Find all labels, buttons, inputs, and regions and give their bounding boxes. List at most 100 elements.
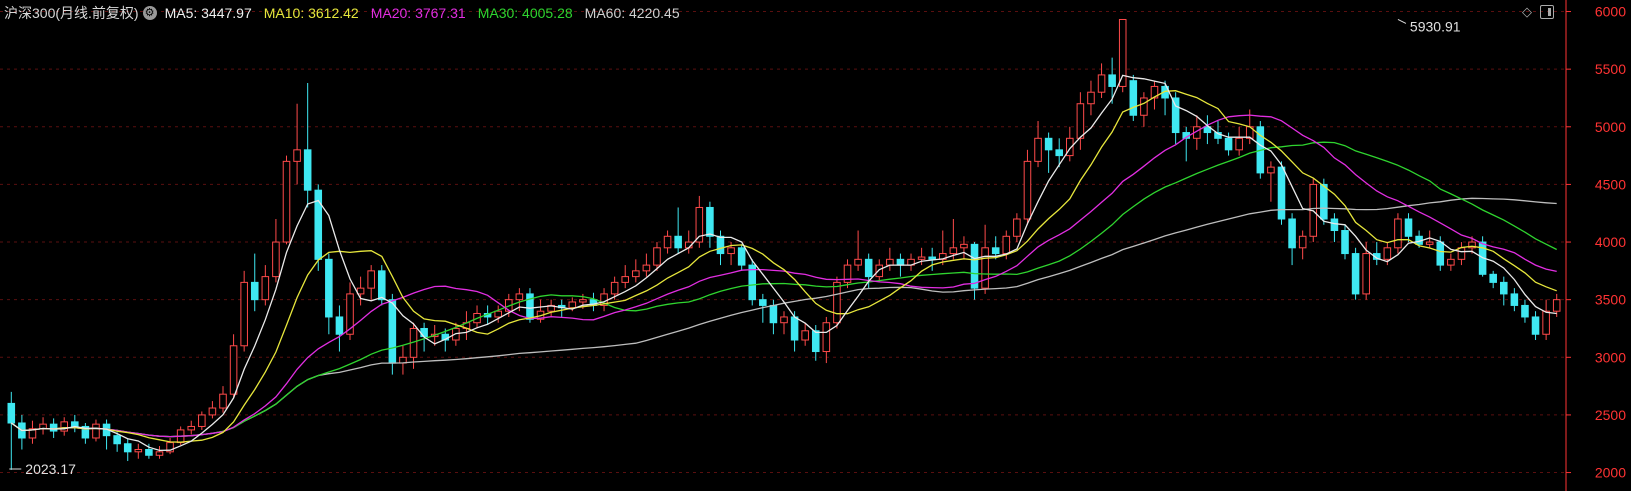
candle[interactable] [917, 256, 926, 260]
candle[interactable] [1320, 183, 1328, 220]
candle[interactable] [367, 270, 375, 289]
candle[interactable] [1087, 91, 1095, 105]
candle[interactable] [568, 301, 577, 309]
candle[interactable] [769, 304, 778, 324]
candle[interactable] [1034, 137, 1042, 162]
candle[interactable] [240, 281, 248, 347]
candle[interactable] [335, 316, 344, 335]
candle[interactable] [1330, 218, 1339, 232]
candle[interactable] [1171, 97, 1180, 134]
candle[interactable] [377, 270, 386, 301]
candle[interactable] [886, 258, 894, 266]
candle[interactable] [1267, 166, 1275, 174]
candle[interactable] [822, 322, 831, 353]
candle[interactable] [1552, 299, 1561, 312]
candle[interactable] [1425, 241, 1434, 245]
candle[interactable] [250, 281, 259, 301]
candle[interactable] [706, 206, 714, 237]
candle[interactable] [1298, 235, 1307, 249]
candle[interactable] [949, 247, 958, 255]
candle[interactable] [875, 264, 884, 278]
candle[interactable] [1224, 137, 1233, 151]
candle[interactable] [1288, 218, 1296, 249]
candle[interactable] [219, 393, 227, 409]
candle[interactable] [1510, 293, 1519, 306]
candle[interactable] [811, 330, 820, 353]
candle[interactable] [388, 299, 397, 364]
candle[interactable] [123, 443, 132, 453]
candle[interactable] [1404, 218, 1413, 237]
candle[interactable] [261, 276, 270, 301]
candle[interactable] [420, 327, 428, 338]
candle[interactable] [1362, 253, 1370, 295]
diamond-icon[interactable]: ◇ [1522, 5, 1532, 19]
candle[interactable] [49, 423, 58, 432]
candle[interactable] [621, 276, 630, 283]
candle[interactable] [282, 160, 291, 243]
candle[interactable] [1500, 281, 1508, 295]
candle[interactable] [272, 241, 280, 278]
candle[interactable] [632, 270, 640, 278]
candle[interactable] [92, 423, 100, 439]
candle[interactable] [198, 414, 206, 427]
candle[interactable] [1394, 218, 1402, 249]
candle[interactable] [653, 247, 661, 266]
candle[interactable] [1521, 304, 1529, 318]
candle[interactable] [833, 281, 841, 324]
candle[interactable] [1044, 137, 1053, 151]
candle[interactable] [134, 449, 143, 453]
candle[interactable] [1129, 80, 1138, 116]
candle[interactable] [674, 235, 682, 249]
candle[interactable] [7, 402, 16, 424]
candle[interactable] [187, 425, 196, 431]
candle[interactable] [155, 451, 164, 456]
candle[interactable] [1023, 160, 1032, 220]
candle[interactable] [991, 247, 1000, 255]
candle[interactable] [970, 243, 979, 289]
candle[interactable] [1436, 241, 1445, 266]
candle[interactable] [1235, 137, 1243, 151]
candle[interactable] [71, 421, 79, 427]
candle[interactable] [325, 258, 333, 318]
candle[interactable] [113, 435, 121, 445]
candle[interactable] [494, 310, 502, 318]
candle[interactable] [1457, 247, 1466, 260]
candle[interactable] [790, 316, 799, 341]
candle[interactable] [801, 330, 809, 341]
candle[interactable] [1341, 230, 1349, 255]
candle[interactable] [1076, 103, 1085, 139]
candle[interactable] [1140, 97, 1148, 116]
candle[interactable] [960, 243, 968, 249]
candle[interactable] [1097, 74, 1106, 93]
candle[interactable] [515, 293, 524, 301]
candle[interactable] [1108, 74, 1116, 87]
candle[interactable] [759, 299, 767, 306]
candle[interactable] [727, 247, 735, 255]
candle[interactable] [1447, 258, 1455, 266]
price-chart[interactable]: 2000 2500 3000 3500 4000 4500 5000 5500 6000 5930… [0, 0, 1631, 491]
candle[interactable] [145, 449, 153, 456]
candle[interactable] [663, 235, 672, 249]
candle[interactable] [1002, 235, 1011, 255]
candle[interactable] [928, 256, 936, 260]
candle[interactable] [610, 281, 619, 295]
candle[interactable] [1542, 310, 1550, 335]
candle[interactable] [1055, 149, 1063, 157]
candle[interactable] [780, 316, 788, 324]
candle[interactable] [293, 149, 301, 162]
candle[interactable] [1351, 253, 1360, 295]
candle[interactable] [864, 258, 873, 278]
panel-toggle-icon[interactable] [1540, 5, 1554, 19]
candle[interactable] [1531, 316, 1540, 335]
candle[interactable] [1383, 247, 1392, 260]
candle[interactable] [60, 421, 68, 432]
candle[interactable] [1489, 273, 1497, 283]
candle[interactable] [854, 258, 862, 266]
candle[interactable] [1013, 218, 1021, 237]
candle[interactable] [716, 235, 725, 255]
candle[interactable] [737, 247, 746, 266]
candle[interactable] [579, 299, 587, 303]
candle[interactable] [208, 407, 217, 416]
candle[interactable] [303, 149, 312, 191]
candle[interactable] [229, 345, 238, 395]
